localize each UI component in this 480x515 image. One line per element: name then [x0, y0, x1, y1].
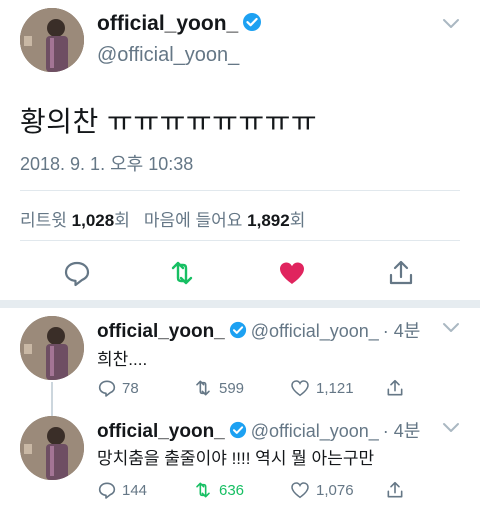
reply-button[interactable]: 144	[97, 478, 147, 502]
reply-time[interactable]: · 4분	[383, 321, 421, 341]
retweet-button[interactable]: 636	[192, 478, 244, 502]
like-count: 1,076	[316, 481, 354, 499]
retweet-unit: 회	[114, 211, 130, 230]
user-handle[interactable]: @official_yoon_	[251, 421, 379, 441]
reply-header: official_yoon_ @official_yoon_ · 4분	[97, 417, 420, 445]
tweet-stats: 리트윗 1,028회 마음에 들어요 1,892회	[20, 206, 305, 231]
reply-icon	[98, 482, 116, 499]
like-count: 1,121	[316, 379, 354, 397]
section-divider	[0, 300, 480, 308]
verified-badge-icon	[242, 12, 262, 38]
retweet-label[interactable]: 리트윗	[20, 211, 67, 230]
share-icon	[387, 379, 403, 396]
retweet-count: 636	[219, 481, 245, 499]
reply-time[interactable]: · 4분	[383, 421, 421, 441]
tweet-timestamp[interactable]: 2018. 9. 1. 오후 10:38	[20, 150, 193, 176]
divider	[20, 240, 460, 241]
heart-icon[interactable]	[277, 258, 307, 288]
like-label[interactable]: 마음에 들어요	[144, 211, 243, 230]
reply-tweet[interactable]: official_yoon_ @official_yoon_ · 4분 희찬....…	[0, 308, 480, 404]
chevron-down-icon[interactable]	[442, 422, 460, 434]
display-name-text[interactable]: official_yoon_	[97, 321, 225, 342]
tweet-text: 황의찬 ㅠㅠㅠㅠㅠㅠㅠㅠ	[20, 106, 318, 137]
retweet-button[interactable]: 599	[192, 376, 244, 400]
like-unit: 회	[289, 211, 306, 230]
heart-icon	[291, 482, 309, 499]
divider	[20, 190, 460, 191]
reply-icon	[98, 380, 116, 397]
verified-badge-icon	[229, 321, 247, 345]
chevron-down-icon[interactable]	[442, 322, 460, 334]
verified-badge-icon	[229, 421, 247, 445]
like-count[interactable]: 1,892	[247, 211, 290, 230]
share-button[interactable]	[385, 376, 410, 400]
reply-actions: 144 636 1,076	[97, 478, 417, 502]
retweet-count[interactable]: 1,028	[72, 211, 115, 230]
display-name-text[interactable]: official_yoon_	[97, 421, 225, 442]
user-handle[interactable]: @official_yoon_	[97, 44, 239, 67]
reply-actions: 78 599 1,121	[97, 376, 417, 400]
retweet-icon[interactable]	[167, 258, 197, 288]
avatar[interactable]	[20, 416, 84, 480]
reply-tweet[interactable]: official_yoon_ @official_yoon_ · 4분 망치춤을 출…	[0, 404, 480, 515]
reply-icon[interactable]	[62, 258, 92, 288]
retweet-count: 599	[219, 379, 245, 397]
share-icon	[387, 481, 403, 498]
retweet-icon	[196, 380, 210, 396]
avatar[interactable]	[20, 8, 84, 72]
like-button[interactable]: 1,121	[289, 376, 354, 400]
reply-text: 희찬....	[97, 350, 148, 369]
display-name[interactable]: official_yoon_	[97, 12, 262, 38]
tweet-actions	[0, 258, 480, 290]
retweet-icon	[196, 482, 210, 498]
user-handle[interactable]: @official_yoon_	[251, 321, 379, 341]
display-name-text[interactable]: official_yoon_	[97, 12, 238, 35]
chevron-down-icon[interactable]	[442, 18, 460, 30]
like-button[interactable]: 1,076	[289, 478, 354, 502]
heart-icon	[291, 380, 309, 397]
main-tweet: official_yoon_ @official_yoon_ 황의찬 ㅠㅠㅠㅠㅠ…	[0, 0, 480, 302]
reply-count: 144	[122, 481, 148, 499]
reply-header: official_yoon_ @official_yoon_ · 4분	[97, 317, 420, 345]
reply-text: 망치춤을 출줄이야 !!!! 역시 뭘 아는구만	[97, 449, 375, 468]
reply-count: 78	[122, 379, 139, 397]
share-button[interactable]	[385, 478, 410, 502]
share-icon[interactable]	[386, 258, 416, 288]
avatar[interactable]	[20, 316, 84, 380]
reply-button[interactable]: 78	[97, 376, 139, 400]
